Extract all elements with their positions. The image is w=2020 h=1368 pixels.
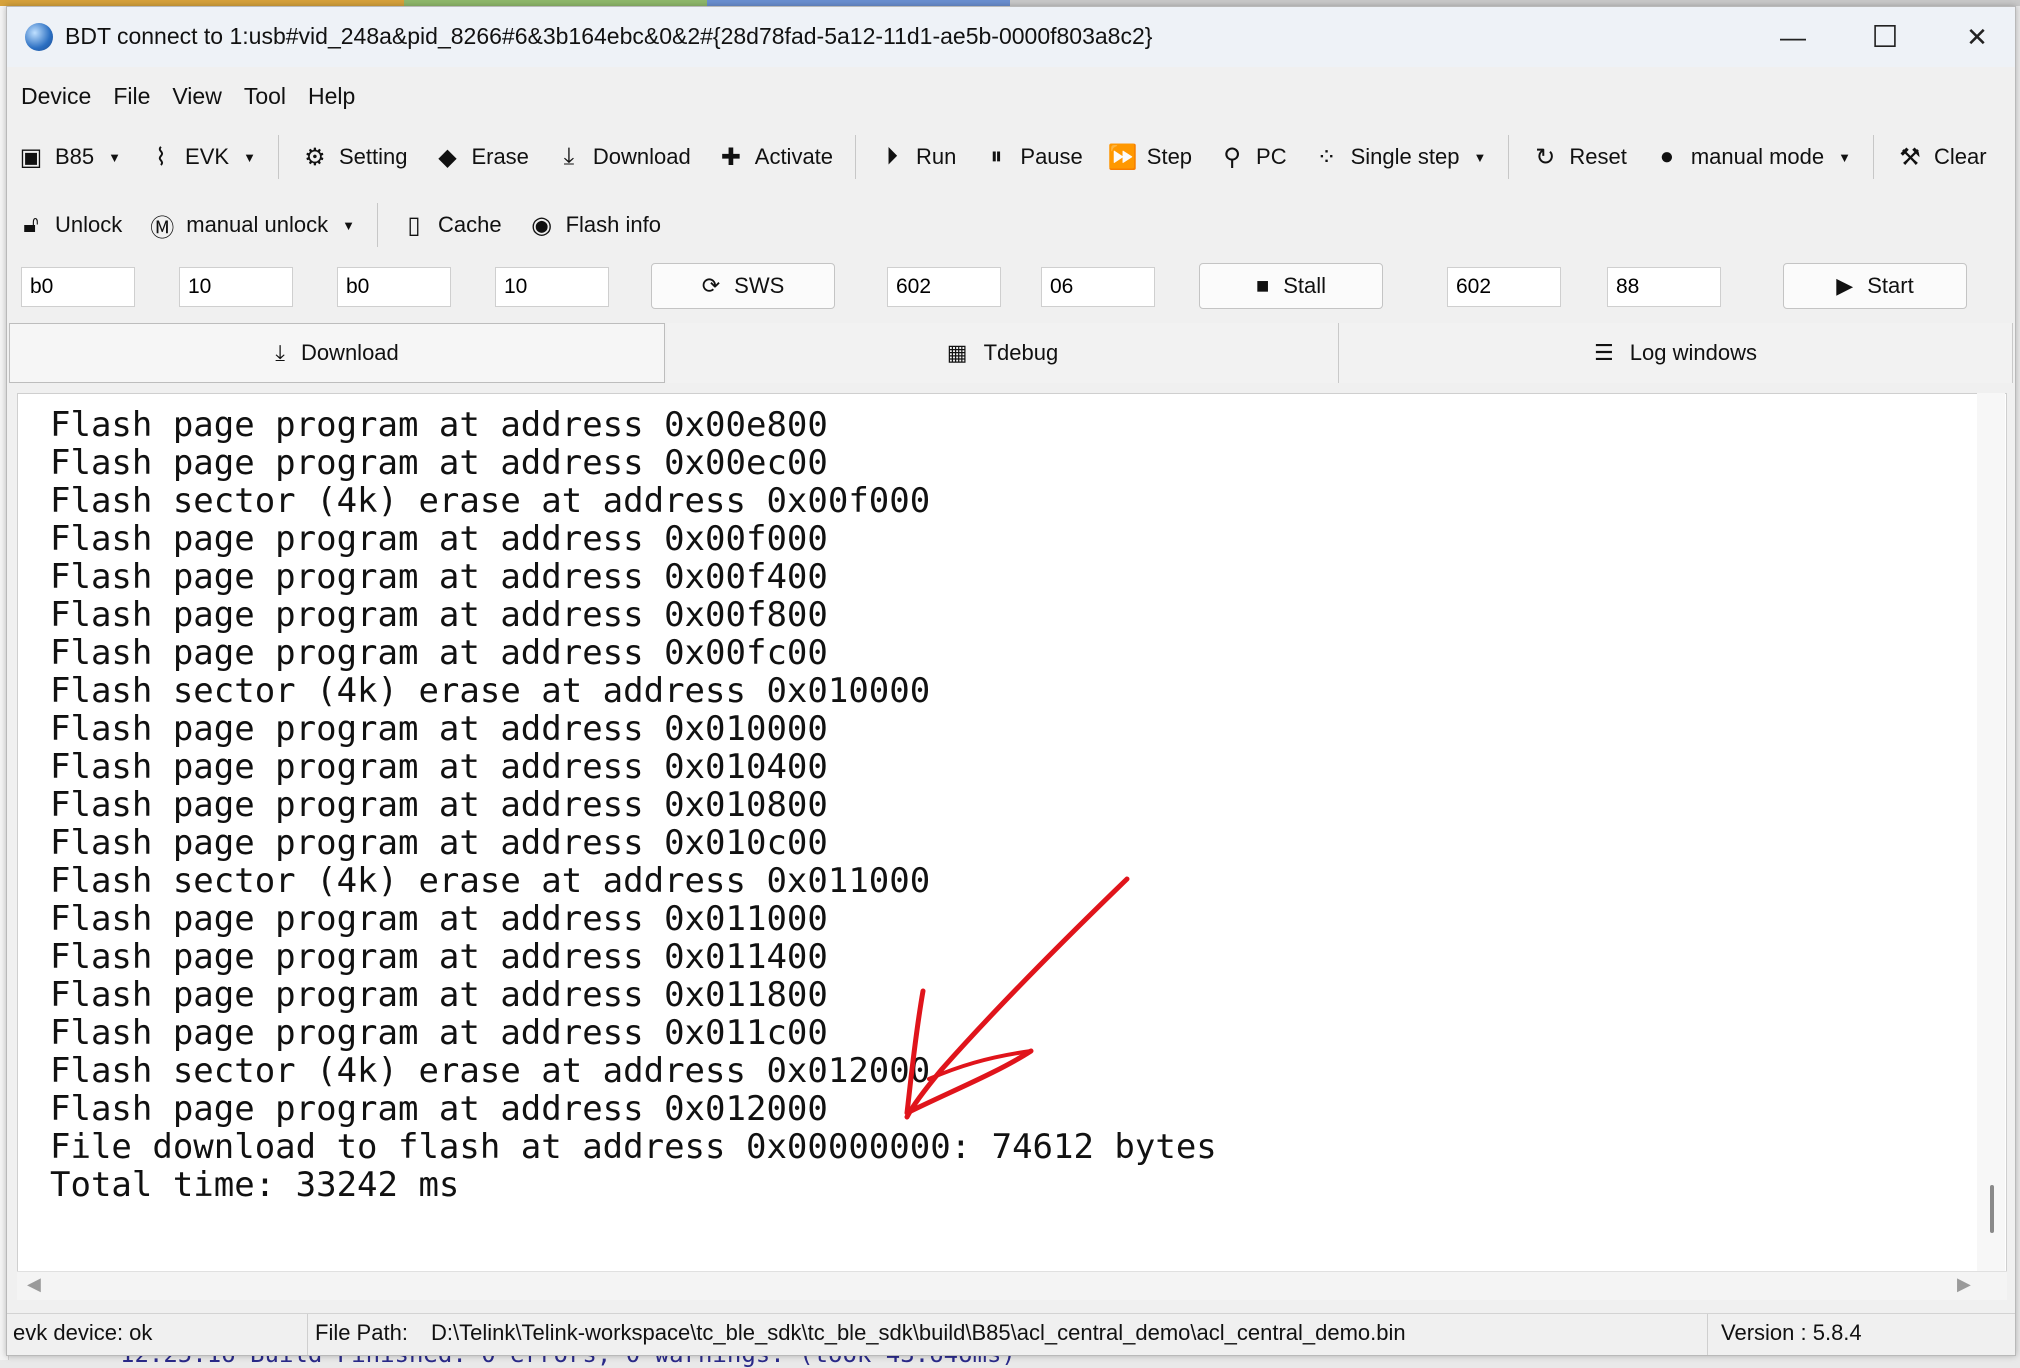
vertical-scrollbar[interactable]	[1977, 393, 2005, 1273]
annotation-arrow	[904, 876, 1130, 1120]
scroll-right-icon[interactable]: ▶	[1957, 1274, 1971, 1295]
bdt-window: BDT connect to 1:usb#vid_248a&pid_8266#6…	[6, 6, 2016, 1356]
status-divider	[1707, 1314, 1708, 1355]
file-path-label: File Path:	[315, 1320, 408, 1345]
device-status: evk device: ok	[13, 1320, 153, 1345]
scroll-left-icon[interactable]: ◀	[27, 1274, 41, 1295]
status-bar: evk device: ok File Path: D:\Telink\Teli…	[7, 1313, 2015, 1355]
version-label: Version : 5.8.4	[1721, 1320, 1862, 1345]
file-path-value: D:\Telink\Telink-workspace\tc_ble_sdk\tc…	[431, 1320, 1406, 1345]
horizontal-scrollbar[interactable]: ◀ ▶	[17, 1271, 2007, 1300]
scroll-thumb[interactable]	[1990, 1185, 1994, 1233]
status-divider	[307, 1314, 308, 1355]
